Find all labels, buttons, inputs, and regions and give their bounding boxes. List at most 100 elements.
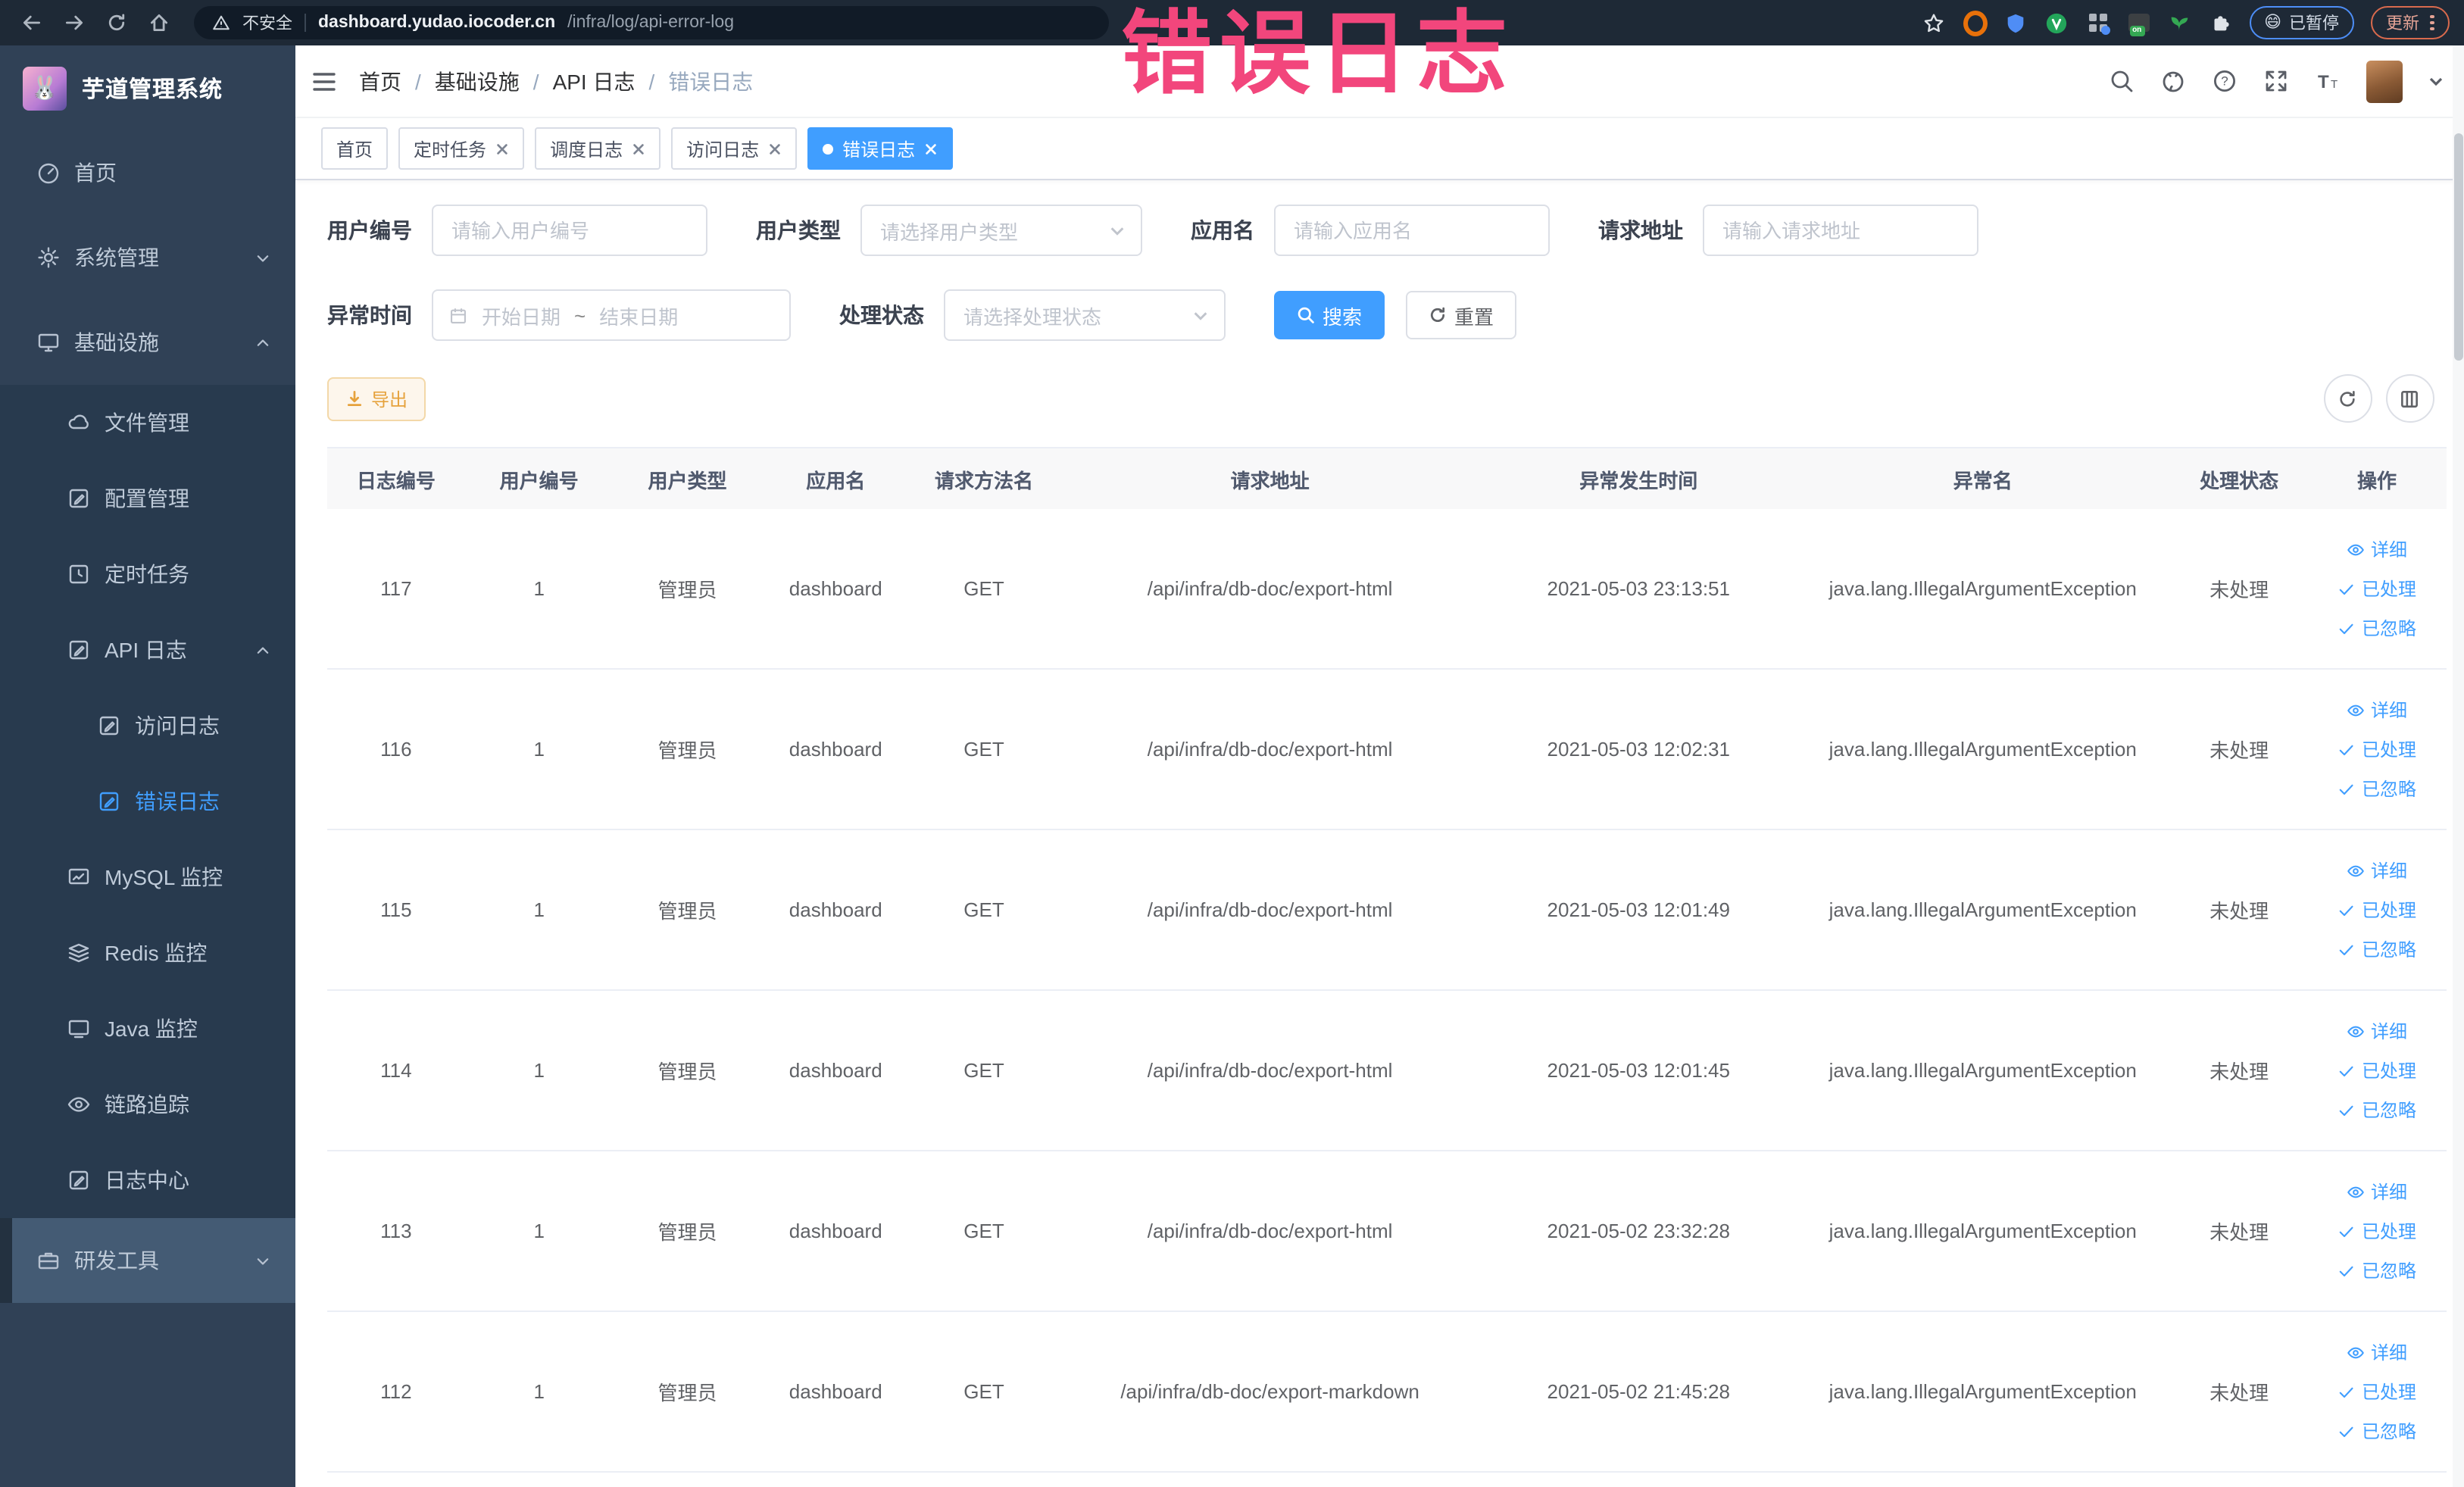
detail-link[interactable]: 详细: [2347, 536, 2407, 562]
cell-user-id: 1: [533, 898, 545, 921]
profile-paused-badge[interactable]: 😄 已暂停: [2249, 6, 2354, 39]
tab-close-icon[interactable]: [924, 142, 938, 155]
sidebar-item-scheduled-job[interactable]: 定时任务: [0, 536, 295, 612]
tab-scheduled-job[interactable]: 定时任务: [398, 127, 525, 170]
extension-green-icon[interactable]: [2044, 11, 2069, 35]
reset-button[interactable]: 重置: [1406, 291, 1517, 339]
detail-link[interactable]: 详细: [2347, 697, 2407, 723]
url-bar[interactable]: 不安全 dashboard.yudao.iocoder.cn/infra/log…: [194, 6, 1109, 39]
mark-processed-link[interactable]: 已处理: [2338, 1218, 2416, 1244]
eye-icon: [2347, 704, 2364, 716]
sidebar-item-java-monitor[interactable]: Java 监控: [0, 991, 295, 1067]
reload-icon[interactable]: [106, 12, 127, 33]
breadcrumb-home[interactable]: 首页: [359, 66, 421, 96]
mark-ignored-link[interactable]: 已忽略: [2338, 1097, 2416, 1123]
tab-error-log[interactable]: 错误日志: [807, 127, 954, 170]
sidebar-item-system[interactable]: 系统管理: [0, 215, 295, 300]
app-name-input[interactable]: [1274, 205, 1550, 256]
sidebar-item-label: Redis 监控: [105, 941, 208, 965]
exception-time-range-picker[interactable]: 开始日期 ~ 结束日期: [432, 289, 791, 341]
sidebar-item-trace[interactable]: 链路追踪: [0, 1067, 295, 1142]
mark-processed-link[interactable]: 已处理: [2338, 1057, 2416, 1083]
sidebar-item-log-center[interactable]: 日志中心: [0, 1142, 295, 1218]
back-icon[interactable]: [21, 12, 42, 33]
bookmark-star-icon[interactable]: [1922, 11, 1946, 35]
sidebar-item-infra[interactable]: 基础设施: [0, 300, 295, 385]
extension-on-badge-icon[interactable]: on: [2126, 11, 2150, 36]
sidebar-item-api-log[interactable]: API 日志: [0, 612, 295, 688]
sidebar-item-access-log[interactable]: 访问日志: [0, 688, 295, 764]
cell-actions: 详细 已处理 已忽略: [2308, 1312, 2446, 1471]
user-avatar[interactable]: [2366, 60, 2402, 102]
tab-access-log[interactable]: 访问日志: [671, 127, 798, 170]
sidebar-item-label: 首页: [74, 161, 117, 185]
breadcrumb-infra[interactable]: 基础设施: [435, 66, 539, 96]
search-icon[interactable]: [2108, 68, 2134, 94]
export-button[interactable]: 导出: [327, 376, 426, 420]
sidebar-menu: 首页 系统管理 基础设施 文件管理 配置管理 定时任务 API 日志 访问日志 …: [0, 130, 295, 1303]
sidebar-item-file-manage[interactable]: 文件管理: [0, 385, 295, 461]
extension-shield-icon[interactable]: [2003, 11, 2028, 35]
sidebar-item-error-log[interactable]: 错误日志: [0, 764, 295, 839]
chevron-down-icon: [1194, 311, 1207, 320]
github-icon[interactable]: [2160, 68, 2185, 94]
extension-sprout-icon[interactable]: [2167, 11, 2191, 35]
sidebar-collapse-icon[interactable]: [311, 67, 338, 95]
user-menu-caret-icon[interactable]: [2428, 73, 2443, 89]
mark-ignored-link[interactable]: 已忽略: [2338, 615, 2416, 641]
cell-log-id: 114: [380, 1059, 412, 1082]
extension-grid-icon[interactable]: [2085, 11, 2110, 35]
detail-link[interactable]: 详细: [2347, 858, 2407, 883]
search-button[interactable]: 搜索: [1274, 291, 1385, 339]
mark-processed-link[interactable]: 已处理: [2338, 736, 2416, 762]
user-type-label: 用户类型: [756, 218, 841, 242]
process-status-select[interactable]: 请选择处理状态: [944, 289, 1226, 341]
cloud-icon: [68, 414, 89, 430]
refresh-table-button[interactable]: [2323, 374, 2372, 423]
extension-orange-icon[interactable]: [1963, 10, 1988, 36]
request-url-input[interactable]: [1703, 205, 1978, 256]
help-icon[interactable]: ?: [2211, 68, 2237, 94]
browser-menu-icon[interactable]: [2430, 14, 2434, 31]
browser-extensions-area: on 😄 已暂停 更新: [1922, 6, 2452, 39]
tab-close-icon[interactable]: [768, 142, 782, 155]
home-icon[interactable]: [148, 12, 170, 33]
font-size-icon[interactable]: TT: [2314, 68, 2340, 94]
detail-link[interactable]: 详细: [2347, 1339, 2407, 1365]
extensions-puzzle-icon[interactable]: [2208, 11, 2232, 35]
tab-dispatch-log[interactable]: 调度日志: [535, 127, 661, 170]
breadcrumb-api-log[interactable]: API 日志: [553, 66, 655, 96]
scrollbar-thumb[interactable]: [2453, 133, 2462, 361]
sidebar-item-redis-monitor[interactable]: Redis 监控: [0, 915, 295, 991]
tab-close-icon[interactable]: [632, 142, 645, 155]
tab-close-icon[interactable]: [495, 142, 509, 155]
mark-ignored-link[interactable]: 已忽略: [2338, 936, 2416, 962]
detail-link[interactable]: 详细: [2347, 1179, 2407, 1204]
mark-ignored-link[interactable]: 已忽略: [2338, 1418, 2416, 1444]
user-id-input[interactable]: [432, 205, 707, 256]
cell-exception-name: java.lang.IllegalArgumentException: [1828, 1380, 2137, 1403]
mark-processed-link[interactable]: 已处理: [2338, 897, 2416, 923]
page-scrollbar[interactable]: [2452, 45, 2464, 1487]
mark-processed-link[interactable]: 已处理: [2338, 576, 2416, 601]
sidebar-item-config-manage[interactable]: 配置管理: [0, 461, 295, 536]
sidebar-item-dev-tools[interactable]: 研发工具: [12, 1218, 295, 1303]
cell-request-url: /api/infra/db-doc/export-html: [1147, 1059, 1393, 1082]
cell-process-status: 未处理: [2209, 739, 2269, 762]
user-type-select[interactable]: 请选择用户类型: [860, 205, 1142, 256]
cell-method: GET: [963, 1380, 1004, 1403]
app-logo-row[interactable]: 🐰 芋道管理系统: [0, 45, 295, 130]
mark-ignored-link[interactable]: 已忽略: [2338, 1257, 2416, 1283]
detail-link[interactable]: 详细: [2347, 1018, 2407, 1044]
column-settings-button[interactable]: [2385, 374, 2434, 423]
mark-ignored-link[interactable]: 已忽略: [2338, 776, 2416, 801]
fullscreen-icon[interactable]: [2263, 68, 2288, 94]
export-button-label: 导出: [371, 389, 408, 410]
chevron-down-icon: [1110, 226, 1124, 235]
sidebar-item-mysql-monitor[interactable]: MySQL 监控: [0, 839, 295, 915]
tab-home[interactable]: 首页: [321, 127, 389, 170]
forward-icon[interactable]: [64, 12, 85, 33]
sidebar-item-home[interactable]: 首页: [0, 130, 295, 215]
mark-processed-link[interactable]: 已处理: [2338, 1379, 2416, 1404]
chrome-update-badge[interactable]: 更新: [2371, 6, 2449, 39]
